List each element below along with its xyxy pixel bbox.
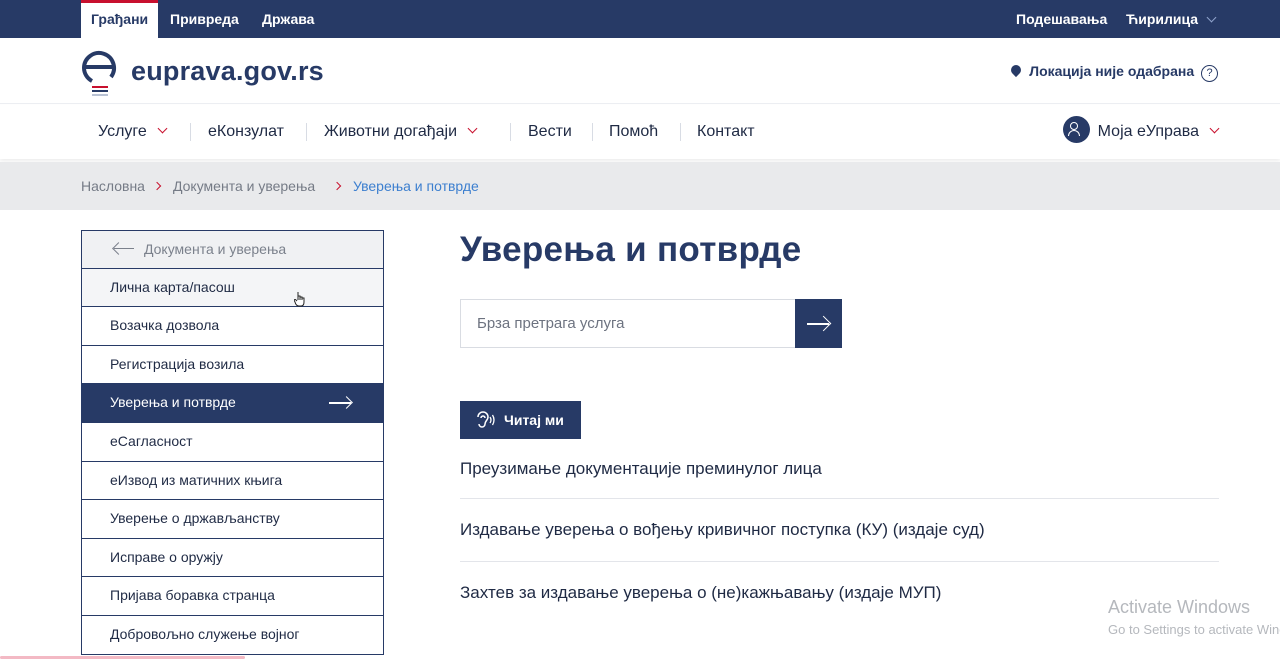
service-link-criminal-record[interactable]: Захтев за издавање уверења о (не)кажњава… [460, 583, 1219, 603]
chevron-right-icon [152, 181, 162, 191]
logo-text[interactable]: euprava.gov.rs [131, 56, 324, 87]
sidebar-item-label: Уверења и потврде [110, 394, 236, 411]
chevron-down-icon [467, 123, 478, 134]
chevron-down-icon [1206, 12, 1217, 23]
script-selector[interactable]: Ћирилица [1126, 0, 1217, 38]
nav-divider [510, 123, 511, 141]
breadcrumb: Насловна Документа и уверења Уверења и п… [0, 162, 1280, 210]
nav-item-usluge[interactable]: Услуге [98, 105, 168, 159]
tab-gradjani[interactable]: Грађани [81, 0, 159, 38]
sidebar-item-label: Лична карта/пасош [110, 278, 235, 295]
tab-drzava[interactable]: Држава [262, 0, 314, 38]
listen-ear-icon [477, 411, 495, 428]
user-avatar-icon [1062, 116, 1090, 144]
sidebar-item-label: Уверење о држављанству [110, 510, 280, 527]
account-label: Моја еУправа [1097, 123, 1199, 140]
location-selector[interactable]: Локација није одабрана ? [1009, 62, 1218, 82]
nav-item-kontakt[interactable]: Контакт [697, 105, 755, 159]
location-label: Локација није одабрана [1029, 63, 1195, 79]
sidebar-item-voluntary-service[interactable]: Добровољно служење војног [81, 615, 384, 655]
search-button[interactable] [795, 299, 842, 348]
nav-item-label: Животни догађаји [324, 123, 458, 140]
settings-link[interactable]: Подешавања [1016, 0, 1107, 38]
sidebar-item-vehicle-registration[interactable]: Регистрација возила [81, 345, 384, 385]
service-link-deceased-documentation[interactable]: Преузимање документације преминулог лица [460, 459, 1219, 479]
sidebar-item-label: Пријава боравка странца [110, 587, 275, 604]
help-icon[interactable]: ? [1201, 65, 1218, 82]
arrow-right-icon [807, 323, 829, 325]
location-pin-icon [1009, 62, 1024, 78]
divider [460, 561, 1219, 562]
arrow-left-icon [114, 247, 134, 250]
main-nav: Услуге еКонзулат Животни догађаји Вести … [0, 105, 1280, 159]
sidebar-item-citizenship[interactable]: Уверење о држављанству [81, 500, 384, 539]
sidebar-item-econsent[interactable]: еСагласност [81, 422, 384, 462]
divider [460, 498, 1219, 499]
read-aloud-label: Читај ми [504, 412, 564, 428]
sidebar-item-label: еИзвод из матичних књига [110, 471, 283, 488]
activation-watermark-title: Activate Windows [1108, 597, 1251, 617]
nav-divider [592, 123, 593, 141]
nav-item-label: Услуге [98, 123, 147, 140]
nav-divider [306, 123, 307, 141]
breadcrumb-documents[interactable]: Документа и уверења [173, 162, 315, 210]
search-input[interactable] [460, 299, 796, 348]
chevron-down-icon [1209, 123, 1220, 134]
breadcrumb-current: Уверења и потврде [353, 178, 479, 194]
read-aloud-button[interactable]: Читај ми [460, 401, 581, 439]
sidebar-item-drivers-license[interactable]: Возачка дозвола [81, 307, 384, 346]
euprava-logo-icon[interactable] [80, 46, 120, 98]
hand-cursor-icon [294, 291, 305, 307]
breadcrumb-home[interactable]: Насловна [81, 162, 145, 210]
sidebar-item-label: Регистрација возила [110, 355, 245, 372]
chevron-right-icon [332, 181, 342, 191]
site-header: euprava.gov.rs Локација није одабрана ? [0, 38, 1280, 104]
section-sidebar: Документа и уверења Лична карта/пасош Во… [81, 230, 384, 655]
nav-divider [190, 123, 191, 141]
activation-watermark-subtitle: Go to Settings to activate Windows. [1108, 622, 1280, 637]
my-account-menu[interactable]: Моја еУправа [1062, 105, 1220, 159]
service-link-criminal-proceedings[interactable]: Издавање уверења о вођењу кривичног пост… [460, 520, 1219, 540]
sidebar-item-foreigner-residence[interactable]: Пријава боравка странца [81, 577, 384, 616]
nav-item-vesti[interactable]: Вести [528, 105, 572, 159]
top-bar: Грађани Привреда Држава Подешавања Ћирил… [0, 0, 1280, 38]
sidebar-back-link[interactable]: Документа и уверења [81, 230, 384, 269]
sidebar-item-label: Добровољно служење војног [110, 625, 300, 642]
chevron-down-icon [157, 123, 168, 134]
sidebar-item-registry-extract[interactable]: еИзвод из матичних књига [81, 461, 384, 501]
page-title: Уверења и потврде [460, 230, 802, 269]
sidebar-item-label: еСагласност [110, 432, 193, 449]
sidebar-item-label: Исправе о оружју [110, 548, 223, 565]
nav-item-ekonzulat[interactable]: еКонзулат [208, 105, 284, 159]
arrow-right-icon [329, 402, 351, 404]
sidebar-item-weapons[interactable]: Исправе о оружју [81, 538, 384, 578]
sidebar-item-label: Возачка дозвола [110, 317, 220, 334]
sidebar-back-label: Документа и уверења [144, 241, 287, 257]
tab-privreda[interactable]: Привреда [170, 0, 239, 38]
nav-item-zivotni-dogadjaji[interactable]: Животни догађаји [324, 105, 478, 159]
sidebar-item-certificates[interactable]: Уверења и потврде [81, 384, 384, 423]
service-search [460, 299, 842, 348]
nav-item-pomoc[interactable]: Помоћ [609, 105, 658, 159]
script-label: Ћирилица [1126, 11, 1199, 27]
nav-divider [680, 123, 681, 141]
sidebar-item-id-card-passport[interactable]: Лична карта/пасош [81, 268, 384, 308]
